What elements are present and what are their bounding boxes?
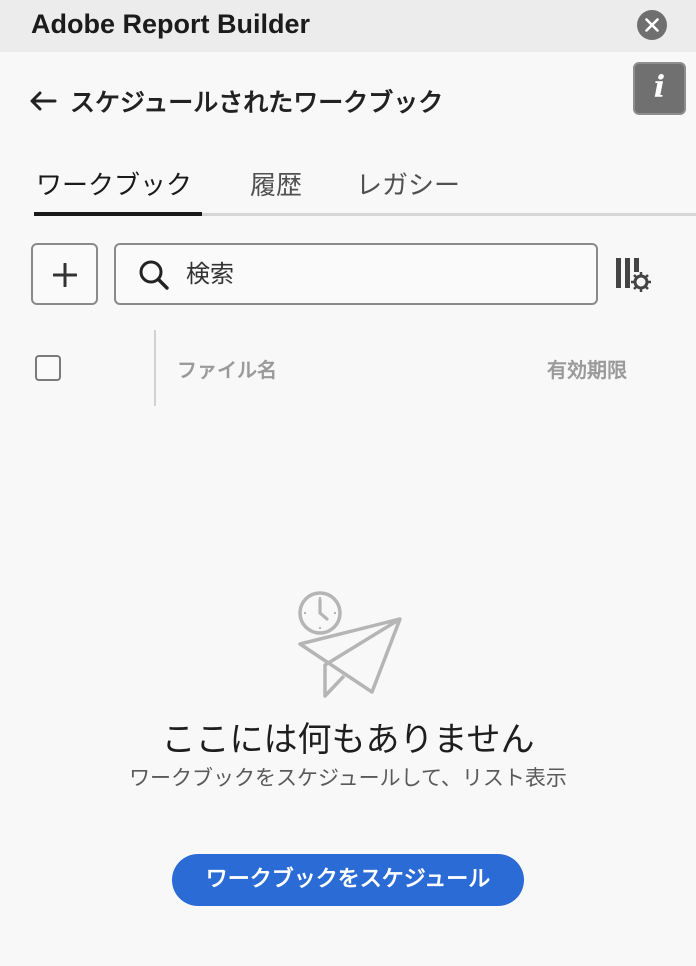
search-input[interactable] xyxy=(186,255,586,293)
search-icon xyxy=(139,260,169,290)
info-button[interactable]: i xyxy=(633,62,686,115)
plus-icon xyxy=(53,263,77,287)
empty-state-subtitle: ワークブックをスケジュールして、リスト表示 xyxy=(129,766,567,790)
clock-paper-plane-icon xyxy=(298,591,402,698)
tab-workbooks[interactable]: ワークブック xyxy=(36,165,192,202)
arrow-left-icon xyxy=(30,91,57,111)
title-bar: Adobe Report Builder xyxy=(0,0,696,52)
column-header-expiration[interactable]: 有効期限 xyxy=(547,354,627,383)
info-icon: i xyxy=(653,70,666,105)
table-header: ファイル名 有効期限 xyxy=(0,330,696,406)
add-workbook-button[interactable] xyxy=(31,243,98,305)
page-title: スケジュールされたワークブック xyxy=(70,88,444,117)
tab-bar: ワークブック 履歴 レガシー xyxy=(0,160,696,218)
tab-legacy[interactable]: レガシー xyxy=(356,165,460,202)
schedule-workbook-button[interactable]: ワークブックをスケジュール xyxy=(172,854,524,906)
select-all-checkbox[interactable] xyxy=(35,355,61,381)
close-icon xyxy=(645,18,659,32)
column-settings-icon[interactable] xyxy=(614,256,652,292)
column-header-filename[interactable]: ファイル名 xyxy=(177,354,277,383)
tab-history[interactable]: 履歴 xyxy=(250,165,302,202)
close-button[interactable] xyxy=(637,10,667,40)
empty-state-title: ここには何もありません xyxy=(161,720,535,760)
app-title: Adobe Report Builder xyxy=(31,9,311,39)
active-tab-indicator xyxy=(34,212,202,216)
search-field[interactable] xyxy=(114,243,598,305)
column-divider[interactable] xyxy=(154,330,156,406)
